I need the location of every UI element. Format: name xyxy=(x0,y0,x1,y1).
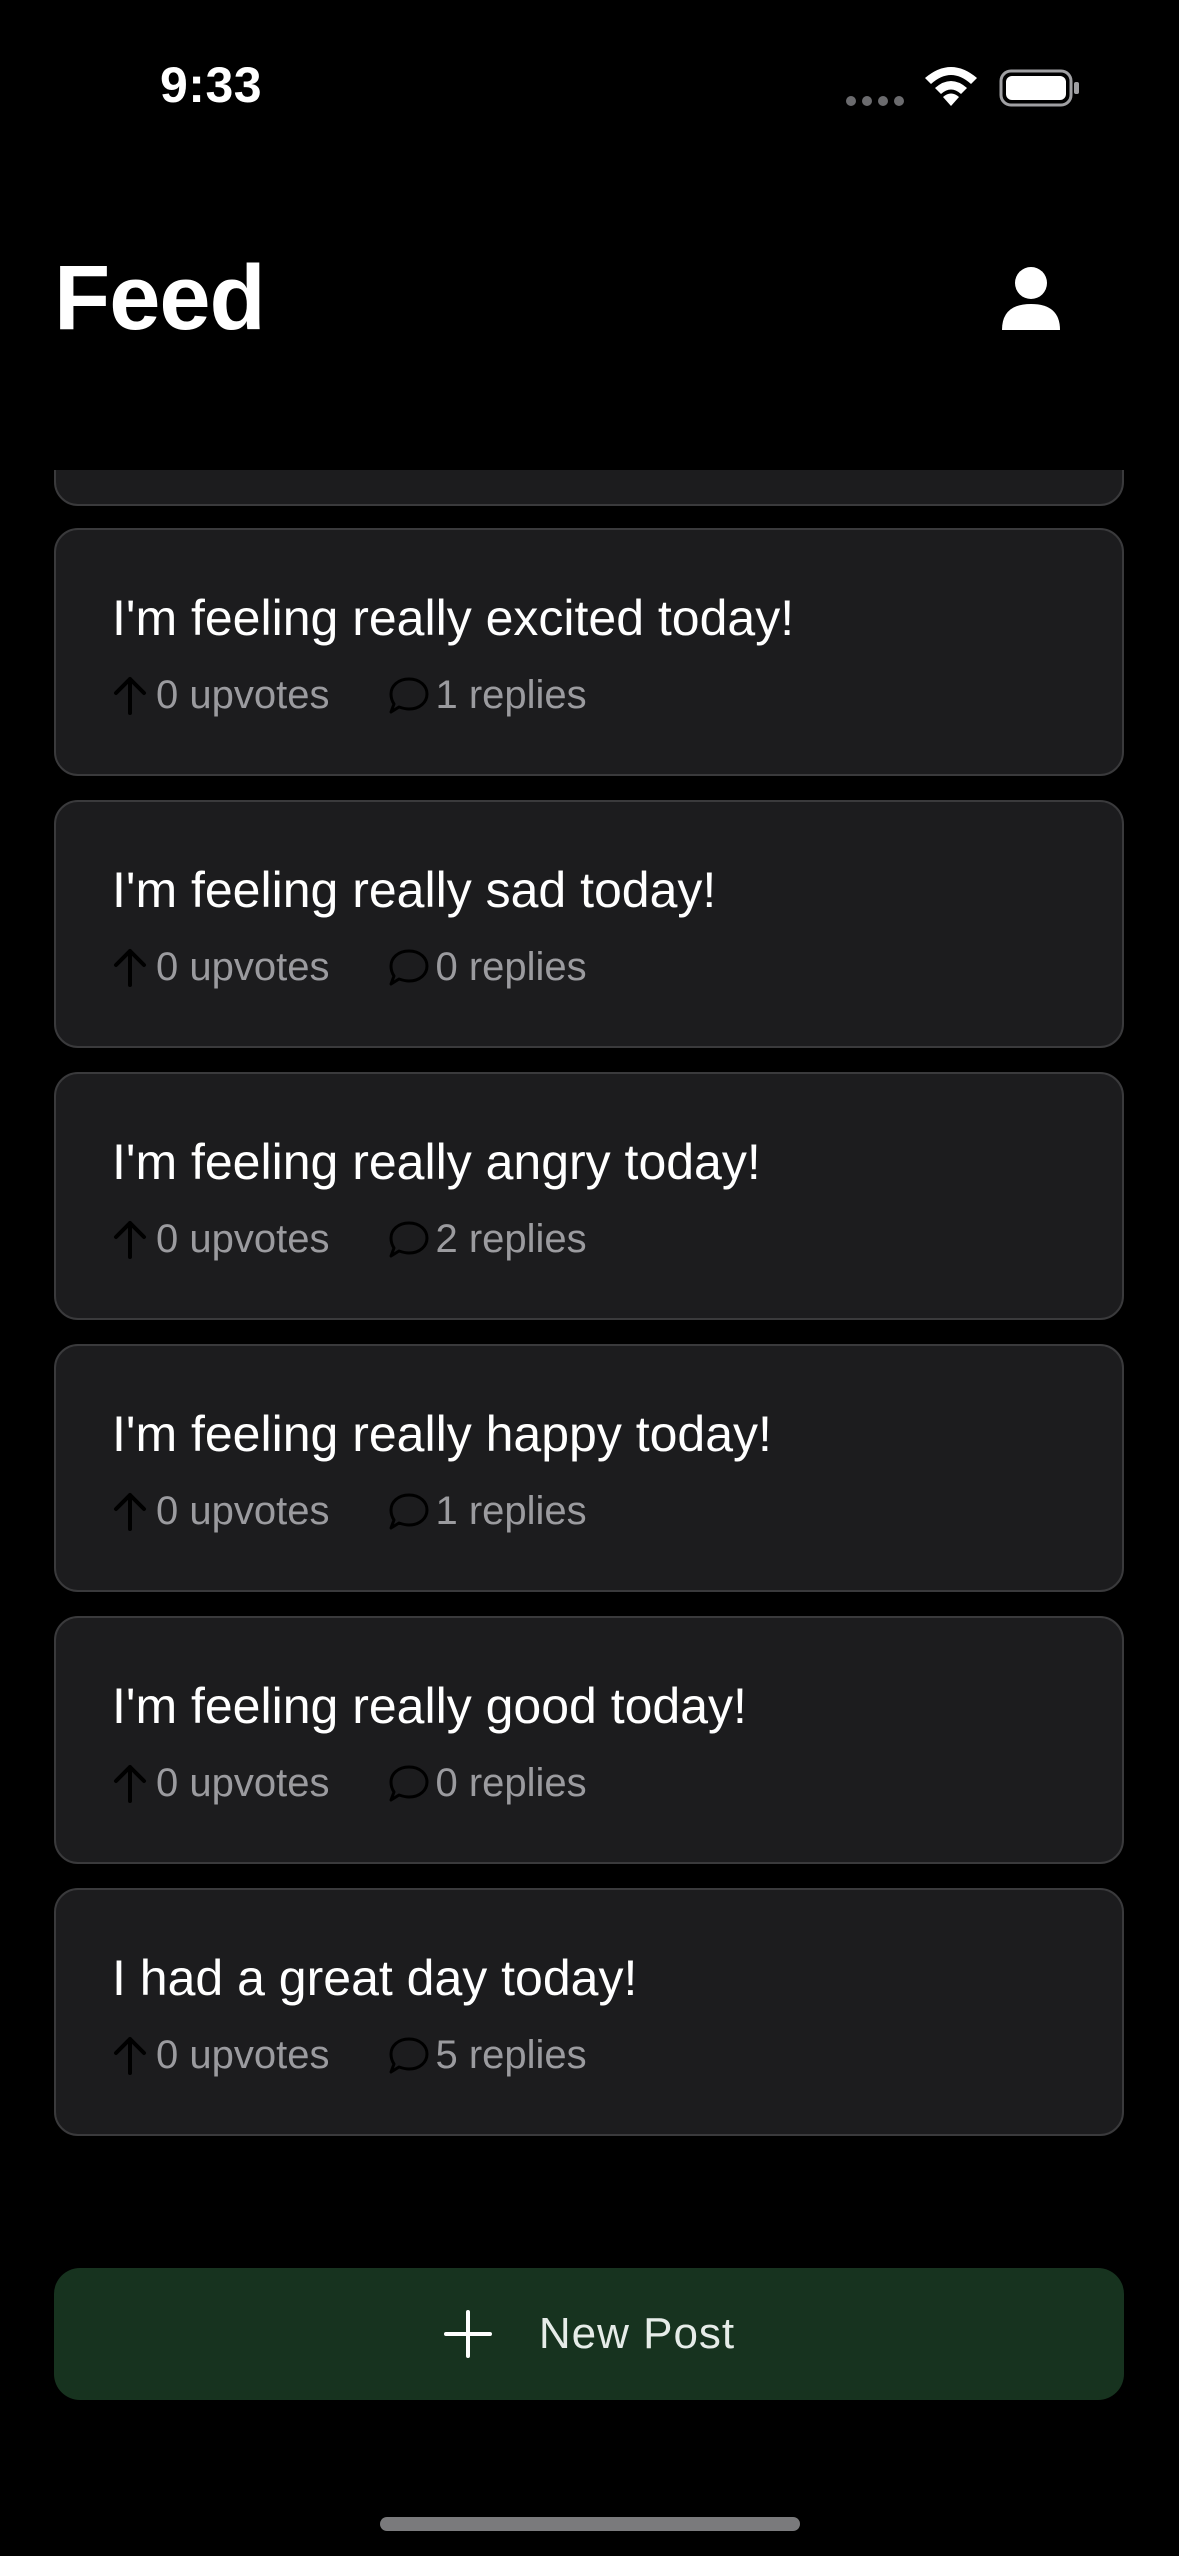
upvote-arrow-icon[interactable] xyxy=(112,675,148,715)
wifi-icon xyxy=(925,67,977,106)
comment-bubble-icon xyxy=(389,1221,429,1258)
status-time: 9:33 xyxy=(160,57,263,113)
upvote-count: 0 upvotes xyxy=(156,2032,330,2077)
reply-count: 0 replies xyxy=(435,944,587,989)
post-meta: 0 upvotes 1 replies xyxy=(112,670,587,720)
post-meta: 0 upvotes 0 replies xyxy=(112,1758,587,1808)
comment-bubble-icon xyxy=(389,949,429,986)
post-meta: 0 upvotes 1 replies xyxy=(112,1486,587,1536)
comment-bubble-icon xyxy=(389,1765,429,1802)
upvote-arrow-icon[interactable] xyxy=(112,1219,148,1259)
feed-list[interactable]: I'm feeling really excited today! 0 upvo… xyxy=(0,470,1179,2170)
post-meta: 0 upvotes 2 replies xyxy=(112,1214,587,1264)
reply-count: 1 replies xyxy=(435,1488,587,1533)
person-icon xyxy=(1002,267,1060,330)
comment-bubble-icon xyxy=(389,2037,429,2074)
post-title: I'm feeling really good today! xyxy=(112,1678,747,1734)
upvote-arrow-icon[interactable] xyxy=(112,947,148,987)
post-title: I'm feeling really angry today! xyxy=(112,1134,761,1190)
post-title: I had a great day today! xyxy=(112,1950,638,2006)
plus-icon xyxy=(443,2310,492,2358)
new-post-button[interactable]: New Post xyxy=(54,2268,1124,2400)
upvote-count: 0 upvotes xyxy=(156,1488,330,1533)
upvote-count: 0 upvotes xyxy=(156,1760,330,1805)
post-title: I'm feeling really sad today! xyxy=(112,862,717,918)
battery-icon xyxy=(999,69,1079,107)
post-card[interactable]: I'm feeling really happy today! 0 upvote… xyxy=(54,1344,1124,1592)
post-card[interactable]: I'm feeling really angry today! 0 upvote… xyxy=(54,1072,1124,1320)
home-indicator[interactable] xyxy=(380,2517,800,2531)
reply-count: 2 replies xyxy=(435,1216,587,1261)
comment-bubble-icon xyxy=(389,1493,429,1530)
post-card-partial[interactable] xyxy=(54,470,1124,506)
post-card[interactable]: I'm feeling really sad today! 0 upvotes … xyxy=(54,800,1124,1048)
upvote-arrow-icon[interactable] xyxy=(112,1491,148,1531)
upvote-count: 0 upvotes xyxy=(156,672,330,717)
post-title: I'm feeling really happy today! xyxy=(112,1406,772,1462)
post-card[interactable]: I had a great day today! 0 upvotes 5 rep… xyxy=(54,1888,1124,2136)
post-card[interactable]: I'm feeling really excited today! 0 upvo… xyxy=(54,528,1124,776)
upvote-count: 0 upvotes xyxy=(156,944,330,989)
reply-count: 0 replies xyxy=(435,1760,587,1805)
post-card[interactable]: I'm feeling really good today! 0 upvotes… xyxy=(54,1616,1124,1864)
post-title: I'm feeling really excited today! xyxy=(112,590,795,646)
new-post-label: New Post xyxy=(538,2309,736,2358)
cellular-signal-icon xyxy=(846,96,904,106)
comment-bubble-icon xyxy=(389,677,429,714)
reply-count: 1 replies xyxy=(435,672,587,717)
feed-screen: 9:33 Feed I'm feeling really excited tod… xyxy=(0,0,1179,2556)
profile-button[interactable] xyxy=(990,258,1072,340)
upvote-count: 0 upvotes xyxy=(156,1216,330,1261)
page-title: Feed xyxy=(54,247,266,349)
post-meta: 0 upvotes 5 replies xyxy=(112,2030,587,2080)
post-meta: 0 upvotes 0 replies xyxy=(112,942,587,992)
upvote-arrow-icon[interactable] xyxy=(112,1763,148,1803)
reply-count: 5 replies xyxy=(435,2032,587,2077)
upvote-arrow-icon[interactable] xyxy=(112,2035,148,2075)
